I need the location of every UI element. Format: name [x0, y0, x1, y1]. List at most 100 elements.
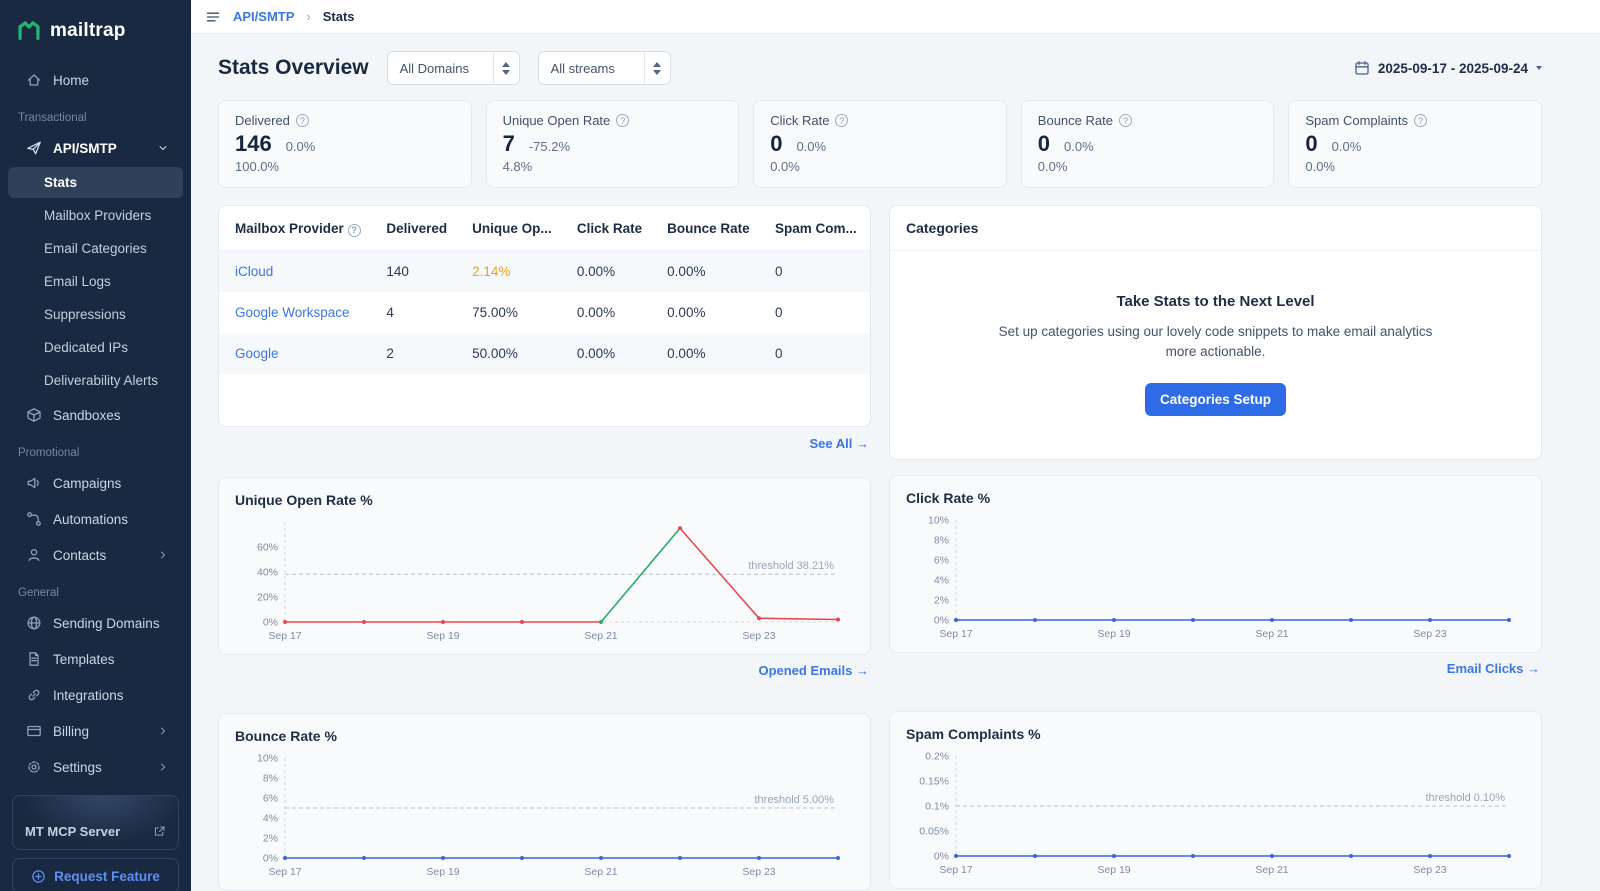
- right-column: Categories Take Stats to the Next Level …: [889, 205, 1542, 889]
- request-feature-button[interactable]: Request Feature: [12, 858, 179, 891]
- help-icon[interactable]: [1118, 114, 1132, 127]
- provider-table: Mailbox Provider Delivered Unique Op... …: [219, 206, 870, 374]
- svg-text:Sep 19: Sep 19: [1097, 628, 1130, 640]
- unique-open-rate-chart: 0% 20% 40% 60% threshold 38.21% Sep 17 Sep 19 S…: [257, 522, 840, 642]
- sidebar-item-email-categories[interactable]: Email Categories: [8, 233, 183, 264]
- categories-setup-button[interactable]: Categories Setup: [1144, 383, 1287, 417]
- cell-click: 0.00%: [576, 263, 616, 279]
- help-icon[interactable]: [1414, 114, 1427, 127]
- svg-text:0.1%: 0.1%: [925, 801, 949, 813]
- megaphone-icon: [26, 475, 42, 491]
- stat-card-click-rate: Click Rate 0 0.0% 0.0%: [753, 100, 1007, 188]
- sidebar-item-home[interactable]: Home: [8, 63, 183, 97]
- sidebar-item-dedicated-ips[interactable]: Dedicated IPs: [8, 332, 183, 363]
- sidebar-item-mailbox-providers[interactable]: Mailbox Providers: [8, 200, 183, 231]
- sidebar-item-templates[interactable]: Templates: [8, 642, 183, 676]
- cell-click: 0.00%: [576, 304, 616, 320]
- sidebar-item-label: Billing: [53, 723, 90, 739]
- stat-rate: 0.0%: [1037, 159, 1068, 174]
- section-label-general: General: [18, 587, 59, 599]
- external-link-icon: [153, 825, 166, 838]
- cell-spam: 0: [774, 345, 783, 361]
- sidebar-item-campaigns[interactable]: Campaigns: [8, 466, 183, 500]
- provider-link-google-workspace[interactable]: Google Workspace: [235, 305, 350, 320]
- help-icon[interactable]: [295, 114, 309, 127]
- svg-text:Sep 19: Sep 19: [426, 630, 459, 642]
- section-label-promotional: Promotional: [18, 447, 80, 459]
- stat-value: 0: [1305, 131, 1318, 156]
- stat-label: Delivered: [235, 113, 290, 128]
- svg-text:Sep 21: Sep 21: [1255, 628, 1288, 640]
- stat-label: Click Rate: [770, 113, 830, 128]
- breadcrumb-current: Stats: [322, 9, 355, 24]
- globe-icon: [26, 615, 42, 631]
- sidebar-toggle-icon[interactable]: [205, 9, 221, 25]
- sidebar-item-contacts[interactable]: Contacts: [8, 538, 183, 572]
- cell-spam: 0: [774, 263, 783, 279]
- svg-text:8%: 8%: [934, 535, 949, 547]
- svg-text:2%: 2%: [934, 595, 949, 607]
- sidebar-item-label: Sending Domains: [53, 615, 160, 631]
- mcp-server-card[interactable]: MT MCP Server: [12, 795, 179, 850]
- stream-filter-select[interactable]: All streams: [537, 51, 671, 85]
- section-label-transactional: Transactional: [18, 112, 87, 124]
- request-feature-label: Request Feature: [54, 868, 160, 884]
- provider-link-google[interactable]: Google: [235, 346, 279, 361]
- sidebar-item-automations[interactable]: Automations: [8, 502, 183, 536]
- cell-spam: 0: [774, 304, 783, 320]
- stat-card-spam-complaints: Spam Complaints 0 0.0% 0.0%: [1288, 100, 1542, 188]
- mailtrap-logo[interactable]: mailtrap: [0, 0, 191, 58]
- breadcrumb-separator: ›: [306, 9, 311, 24]
- provider-link-icloud[interactable]: iCloud: [235, 264, 273, 279]
- categories-card-body: Take Stats to the Next Level Set up cate…: [890, 251, 1541, 459]
- breadcrumb-parent-link[interactable]: API/SMTP: [233, 9, 294, 24]
- opened-emails-link[interactable]: Opened Emails →: [758, 663, 869, 678]
- see-all-link[interactable]: See All →: [810, 436, 869, 451]
- sidebar-item-stats[interactable]: Stats: [8, 167, 183, 198]
- help-icon[interactable]: [616, 114, 630, 127]
- help-icon[interactable]: [835, 114, 849, 127]
- svg-text:0%: 0%: [934, 851, 949, 863]
- sidebar-item-integrations[interactable]: Integrations: [8, 678, 183, 712]
- svg-text:0.2%: 0.2%: [925, 751, 949, 763]
- stream-filter-value: All streams: [550, 60, 615, 76]
- stat-rate: 0.0%: [770, 159, 800, 174]
- stat-delta: 0.0%: [1064, 139, 1094, 154]
- bounce-rate-chart-card: Bounce Rate % 0% 2% 4% 6% 8% 10% threshold 5.0…: [218, 713, 871, 891]
- stepper-icon: [643, 52, 670, 84]
- date-range-picker[interactable]: 2025-09-17 - 2025-09-24: [1354, 60, 1542, 76]
- mailbox-provider-table-card: Mailbox Provider Delivered Unique Op... …: [218, 205, 871, 427]
- cell-unique-open: 75.00%: [472, 304, 518, 320]
- domain-filter-select[interactable]: All Domains: [386, 51, 520, 85]
- sidebar-item-label: Campaigns: [53, 475, 122, 491]
- stat-delta: 0.0%: [796, 139, 827, 154]
- spam-complaints-chart-card: Spam Complaints % 0% 0.05% 0.1% 0.15% 0.2% th…: [889, 711, 1542, 889]
- sidebar-item-sending-domains[interactable]: Sending Domains: [8, 606, 183, 640]
- svg-text:10%: 10%: [928, 515, 949, 527]
- svg-text:4%: 4%: [263, 813, 278, 825]
- mailtrap-logo-icon: [18, 21, 40, 40]
- sidebar-item-billing[interactable]: Billing: [8, 714, 183, 748]
- sidebar-item-api-smtp[interactable]: API/SMTP: [8, 131, 183, 165]
- svg-text:4%: 4%: [934, 575, 949, 587]
- col-header-bounce-rate: Bounce Rate: [655, 206, 763, 251]
- svg-text:Sep 23: Sep 23: [1413, 628, 1446, 640]
- email-clicks-link[interactable]: Email Clicks →: [1447, 661, 1540, 676]
- svg-text:Sep 17: Sep 17: [939, 628, 972, 640]
- cell-delivered: 2: [386, 345, 394, 361]
- categories-card: Categories Take Stats to the Next Level …: [889, 205, 1542, 460]
- sidebar-item-label: Home: [53, 72, 90, 88]
- sidebar-item-sandboxes[interactable]: Sandboxes: [8, 398, 183, 432]
- svg-text:40%: 40%: [257, 567, 278, 579]
- stat-cards-row: Delivered 146 0.0% 100.0% Unique Open Rat…: [218, 100, 1542, 188]
- sidebar-item-settings[interactable]: Settings: [8, 750, 183, 784]
- sidebar-item-suppressions[interactable]: Suppressions: [8, 299, 183, 330]
- mcp-server-label: MT MCP Server: [25, 824, 121, 839]
- cell-click: 0.00%: [576, 345, 616, 361]
- help-icon[interactable]: [347, 223, 361, 237]
- chevron-right-icon: [157, 725, 169, 737]
- stat-card-unique-open-rate: Unique Open Rate 7 -75.2% 4.8%: [485, 100, 740, 188]
- stat-value: 7: [502, 131, 515, 156]
- sidebar-item-deliverability-alerts[interactable]: Deliverability Alerts: [8, 365, 183, 396]
- sidebar-item-email-logs[interactable]: Email Logs: [8, 266, 183, 297]
